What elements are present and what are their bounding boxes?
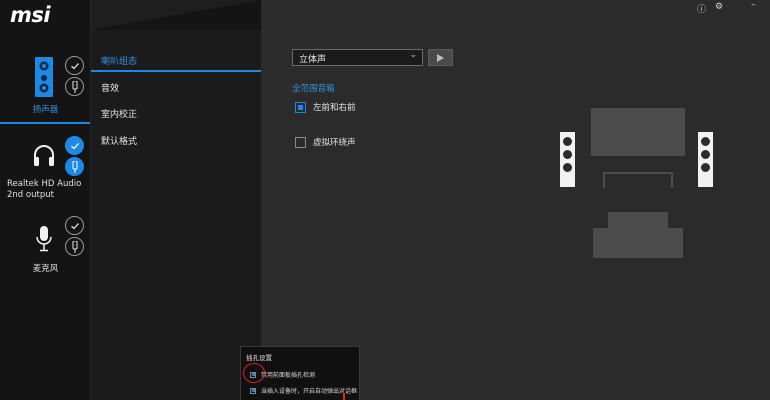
nav-item-speaker-config[interactable]: 喇叭组态: [101, 54, 137, 67]
device-label: 麦克风: [32, 264, 59, 274]
checkbox-label: 左前和右前: [313, 103, 356, 113]
left-front-speaker-icon[interactable]: [560, 132, 575, 187]
active-device-indicator: [0, 122, 91, 124]
main-panel: ⓘ ⚙ – 立体声 ⌄ 全范围音箱 左前和右前 虚拟环绕声: [261, 0, 770, 400]
chevron-down-icon: ⌄: [409, 50, 417, 60]
device-label: 扬声器: [32, 105, 59, 115]
settings-nav: 喇叭组态 音效 室内校正 默认格式: [91, 30, 261, 400]
right-front-speaker-icon[interactable]: [698, 132, 713, 187]
nav-item-default-format[interactable]: 默认格式: [101, 134, 137, 147]
nav-item-room-correction[interactable]: 室内校正: [101, 107, 137, 120]
device-label: Realtek HD Audio 2nd output: [7, 179, 82, 200]
speaker-config-value: 立体声: [299, 55, 327, 65]
checkbox-box[interactable]: [250, 387, 256, 394]
test-play-button[interactable]: [428, 49, 453, 66]
mic-default-check-icon[interactable]: [65, 216, 84, 235]
device-sidebar: msi 扬声器 Realtek HD Audio 2nd output 麦克风: [0, 0, 91, 400]
nav-item-sound-effects[interactable]: 音效: [101, 81, 119, 94]
msi-logo: msi: [10, 3, 51, 27]
speaker-icon: [35, 57, 53, 101]
front-left-right-checkbox[interactable]: 左前和右前: [295, 101, 356, 113]
option-label: 禁用前面板插孔检测: [261, 372, 316, 379]
checkbox-label: 虚拟环绕声: [313, 138, 356, 148]
title-bar: [91, 0, 261, 30]
speaker-plug-icon[interactable]: [65, 77, 84, 96]
gear-icon[interactable]: ⚙: [715, 2, 723, 12]
tv-stand-icon: [603, 172, 673, 188]
tv-icon: [591, 108, 685, 156]
checkbox-box[interactable]: [295, 136, 306, 148]
speaker-default-check-icon[interactable]: [65, 56, 84, 75]
speaker-config-select[interactable]: 立体声 ⌄: [292, 49, 423, 66]
red-highlight-circle: [243, 363, 265, 383]
red-annotation-mark: [343, 393, 345, 400]
mic-plug-icon[interactable]: [65, 237, 84, 256]
headphones-default-check-icon[interactable]: [65, 136, 84, 155]
headphones-icon: [32, 144, 56, 172]
nav-active-indicator: [91, 70, 261, 72]
full-range-speakers-label: 全范围音箱: [292, 84, 335, 94]
microphone-icon: [36, 226, 52, 256]
info-icon[interactable]: ⓘ: [697, 2, 706, 15]
popup-title: 插孔设置: [246, 354, 272, 362]
auto-popup-dialog-option[interactable]: 当插入设备时，开启自动弹出对话框: [250, 386, 357, 395]
virtual-surround-checkbox[interactable]: 虚拟环绕声: [295, 136, 356, 148]
listener-seat-base: [593, 228, 683, 258]
play-icon: [437, 53, 444, 62]
headphones-plug-icon[interactable]: [65, 157, 84, 176]
checkbox-box[interactable]: [295, 101, 306, 113]
minimize-icon[interactable]: –: [751, 0, 756, 10]
